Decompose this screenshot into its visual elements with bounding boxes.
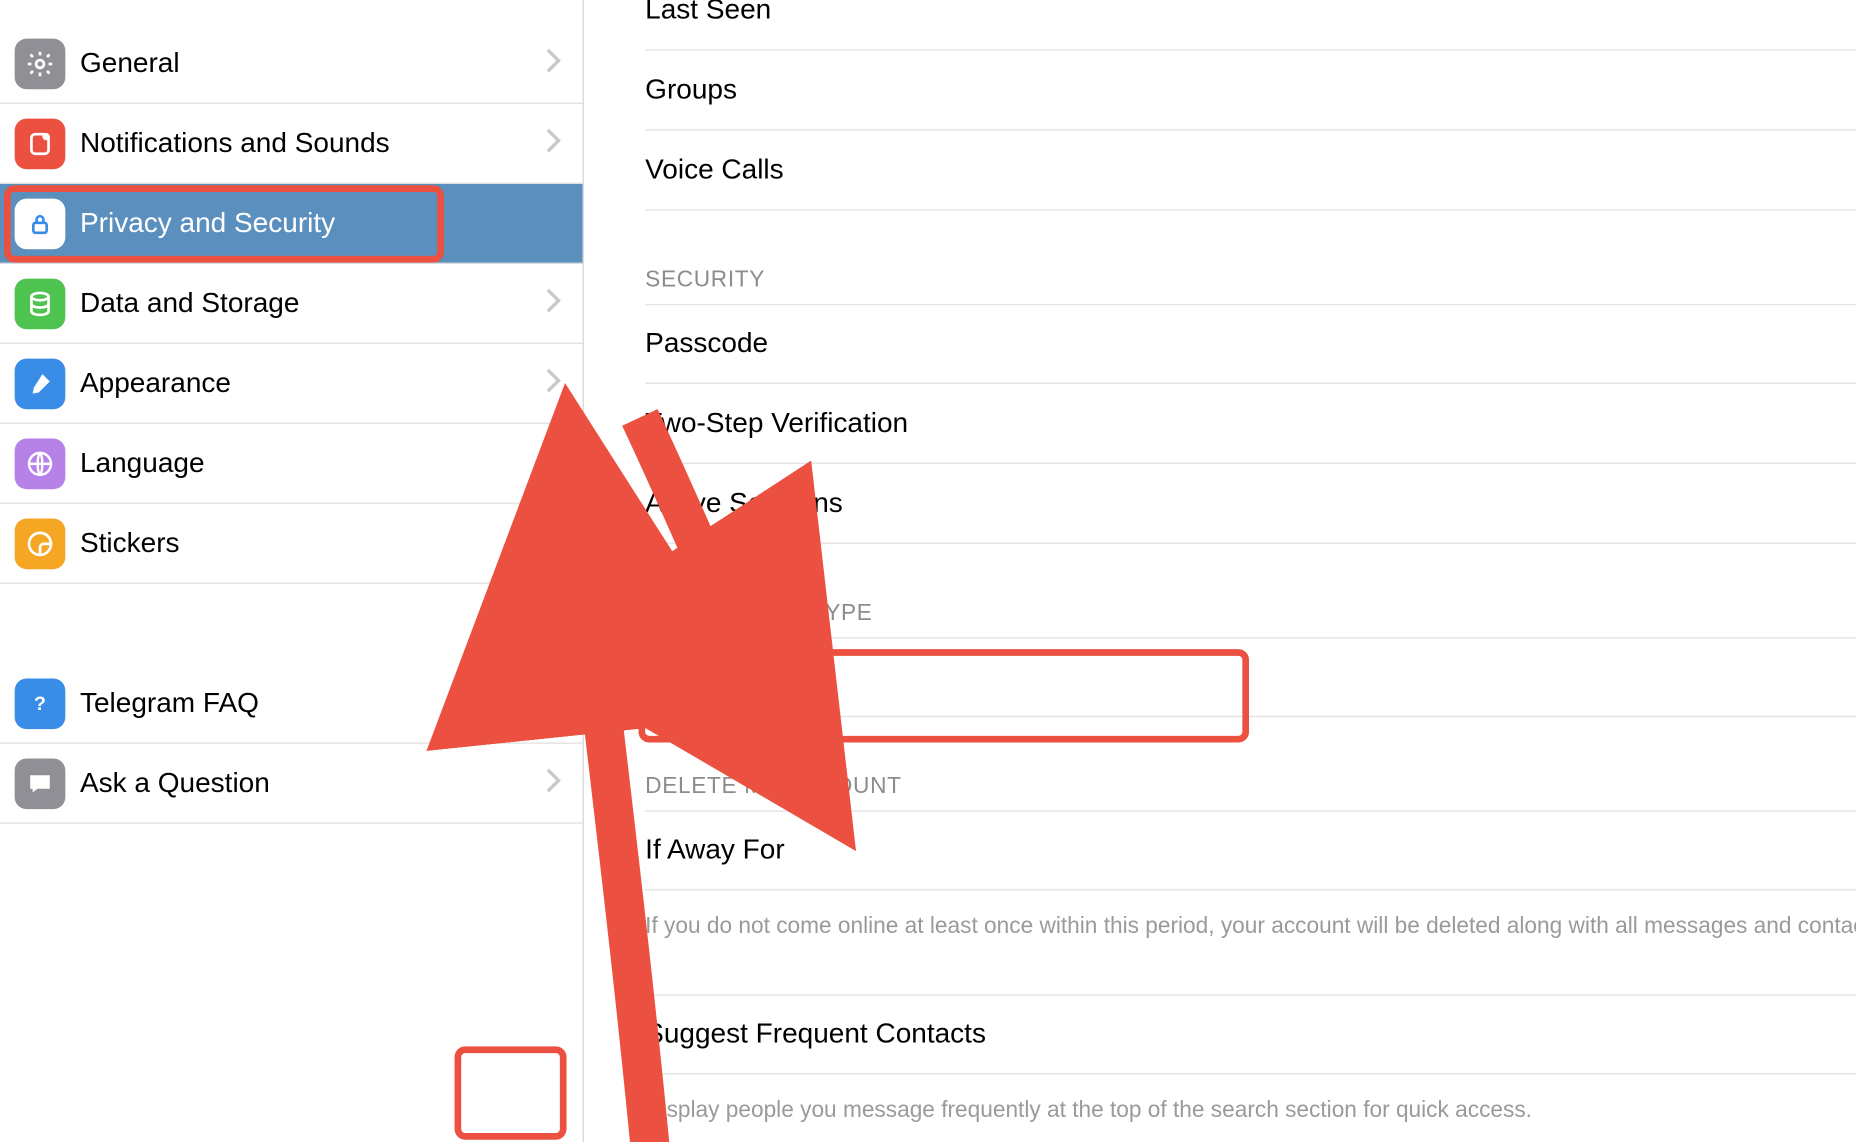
sidebar-item-notifications[interactable]: Notifications and Sounds [0,104,583,184]
chat-icon [15,758,66,809]
sidebar-item-general[interactable]: General [0,24,583,104]
row-label: Use Proxy [645,661,774,693]
sidebar-item-language[interactable]: Language [0,424,583,504]
row-label: Suggest Frequent Contacts [645,1018,986,1050]
row-label: Passcode [645,328,768,360]
sidebar-item-faq[interactable]: ? Telegram FAQ [0,664,583,744]
suggest-footnote: Display people you message frequently at… [645,1092,1856,1126]
row-label: Voice Calls [645,154,783,186]
bell-icon [15,118,66,169]
sidebar-item-label: Notifications and Sounds [80,127,390,159]
chevron-right-icon [545,447,561,480]
question-icon: ? [15,678,66,729]
row-use-proxy[interactable]: Use Proxy Disabled [645,637,1856,717]
sidebar-item-stickers[interactable]: Stickers [0,504,583,584]
lock-icon [15,198,66,249]
privacy-settings-panel: Last Seen Groups Voice Calls Security Pa… [584,0,1856,1142]
sidebar-item-label: General [80,47,180,79]
row-label: Two-Step Verification [645,407,908,439]
chevron-right-icon [545,287,561,320]
sidebar-item-label: Privacy and Security [80,207,335,239]
app-root: General Notifications and Sounds Privacy… [0,0,1856,1142]
row-label: Groups [645,74,737,106]
sidebar-item-appearance[interactable]: Appearance [0,344,583,424]
sidebar-item-label: Appearance [80,367,231,399]
row-last-seen[interactable]: Last Seen [645,0,1856,51]
row-two-step[interactable]: Two-Step Verification [645,384,1856,464]
row-label: If Away For [645,834,785,866]
sidebar-item-label: Ask a Question [80,767,270,799]
svg-text:?: ? [34,692,46,714]
chevron-right-icon [545,127,561,160]
sidebar-item-data[interactable]: Data and Storage [0,264,583,344]
gear-icon [15,38,66,89]
settings-sidebar: General Notifications and Sounds Privacy… [0,0,584,1142]
chevron-right-icon [545,766,561,799]
row-label: Active Sessions [645,487,843,519]
chevron-right-icon [545,47,561,80]
chevron-right-icon [545,686,561,719]
globe-icon [15,438,66,489]
row-active-sessions[interactable]: Active Sessions [645,464,1856,544]
sidebar-item-label: Language [80,447,205,479]
sidebar-scroll: General Notifications and Sounds Privacy… [0,0,583,1142]
section-delete-header: Delete My Account [645,773,1856,800]
row-voice-calls[interactable]: Voice Calls [645,131,1856,211]
sidebar-item-label: Stickers [80,527,180,559]
row-if-away-for[interactable]: If Away For [645,810,1856,890]
sidebar-item-privacy[interactable]: Privacy and Security [0,184,583,264]
database-icon [15,278,66,329]
sidebar-item-label: Data and Storage [80,287,299,319]
brush-icon [15,358,66,409]
sticker-icon [15,518,66,569]
sidebar-item-label: Telegram FAQ [80,687,259,719]
chevron-right-icon [545,367,561,400]
chevron-right-icon [545,527,561,560]
row-label: Last Seen [645,0,771,26]
section-connection-header: Connection Type [645,600,1856,627]
section-security-header: Security [645,267,1856,294]
sidebar-item-ask[interactable]: Ask a Question [0,744,583,824]
delete-footnote: If you do not come online at least once … [645,909,1856,943]
row-suggest-contacts[interactable]: Suggest Frequent Contacts [645,994,1856,1074]
row-passcode[interactable]: Passcode [645,304,1856,384]
row-groups[interactable]: Groups [645,51,1856,131]
